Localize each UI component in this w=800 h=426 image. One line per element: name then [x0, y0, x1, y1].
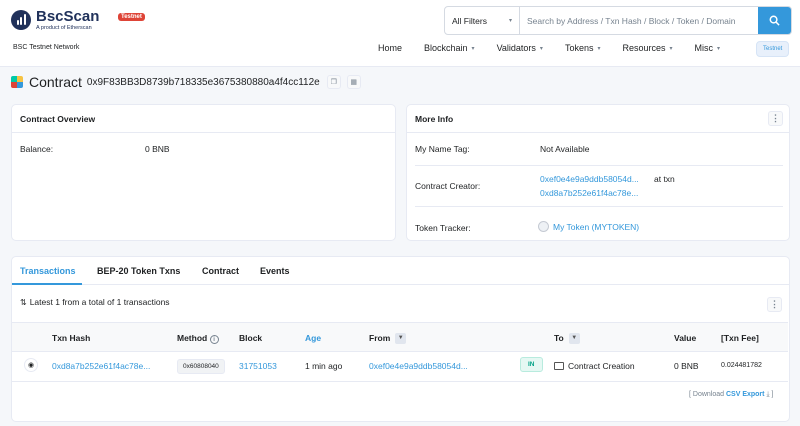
chevron-down-icon: ▾ [508, 18, 512, 24]
chevron-down-icon: ▾ [539, 45, 543, 52]
contract-avatar-icon [11, 76, 23, 88]
info-icon[interactable]: i [209, 335, 219, 344]
active-tab-indicator [12, 283, 82, 285]
csv-download: [ Download CSV Export ⤓ ] [689, 391, 774, 398]
token-tracker-label: Token Tracker: [415, 223, 471, 233]
search-icon [769, 15, 780, 26]
name-tag-label: My Name Tag: [415, 144, 470, 154]
nav-home[interactable]: Home [378, 43, 402, 53]
chevron-down-icon: ▾ [717, 45, 721, 52]
creator-at-txn: at txn [654, 174, 675, 184]
chevron-down-icon: ▾ [669, 45, 673, 52]
col-age[interactable]: Age [305, 333, 321, 343]
balance-label: Balance: [20, 144, 54, 154]
search-bar: All Filters ▾ [444, 6, 792, 35]
page-title-row: Contract 0x9F83BB3D8739b718335e367538088… [11, 74, 361, 90]
name-tag-value: Not Available [540, 144, 590, 154]
search-input[interactable] [520, 7, 758, 34]
col-txn-fee[interactable]: [Txn Fee] [721, 333, 759, 343]
tab-contract[interactable]: Contract [202, 266, 239, 276]
page-title: Contract [29, 74, 82, 90]
col-from: From ▼ [369, 333, 407, 345]
creator-txn-link[interactable]: 0xd8a7b252e61f4ac78e... [540, 188, 638, 198]
age-value: 1 min ago [305, 361, 343, 371]
table-header: Txn Hash Method i Block Age From ▼ To ▼ Va… [12, 322, 788, 352]
col-method: Method i [177, 333, 219, 344]
more-info-heading: More Info [407, 105, 789, 133]
value-amount: 0 BNB [674, 361, 699, 371]
site-header: BscScan A product of Etherscan Testnet B… [0, 0, 800, 67]
nav-blockchain[interactable]: Blockchain ▾ [424, 43, 475, 53]
txn-hash-link[interactable]: 0xd8a7b252e61f4ac78e... [52, 361, 150, 371]
contract-creator-label: Contract Creator: [415, 181, 481, 191]
tab-transactions[interactable]: Transactions [20, 266, 76, 276]
download-icon: ⤓ [766, 391, 770, 398]
brand-name: BscScan [36, 8, 100, 25]
nav-tokens[interactable]: Tokens ▾ [565, 43, 601, 53]
network-label: BSC Testnet Network [13, 44, 80, 51]
col-to: To ▼ [554, 333, 580, 345]
tab-bep20-token-txns[interactable]: BEP-20 Token Txns [97, 266, 180, 276]
col-block: Block [239, 333, 263, 343]
logo[interactable]: BscScan A product of Etherscan [11, 9, 99, 31]
copy-icon[interactable]: ❐ [326, 75, 341, 89]
direction-badge: IN [520, 357, 543, 372]
brand-subtitle: A product of Etherscan [36, 25, 92, 31]
nav-resources[interactable]: Resources ▾ [622, 43, 672, 53]
col-value: Value [674, 333, 697, 343]
col-txn-hash: Txn Hash [52, 333, 91, 343]
sort-icon: ⇅ [20, 297, 27, 307]
contract-address: 0x9F83BB3D8739b718335e3675380880a4f4cc11… [86, 76, 320, 88]
testnet-badge: Testnet [118, 13, 145, 21]
contract-overview-card: Contract Overview Balance: 0 BNB [11, 104, 396, 241]
contract-overview-heading: Contract Overview [12, 105, 395, 133]
qr-code-icon[interactable]: ▦ [346, 75, 361, 89]
block-link[interactable]: 31751053 [239, 361, 277, 371]
to-value: Contract Creation [554, 361, 635, 371]
nav-misc[interactable]: Misc ▾ [695, 43, 721, 53]
search-filter-label: All Filters [452, 15, 487, 26]
token-icon [538, 221, 549, 232]
search-filter-select[interactable]: All Filters ▾ [445, 7, 520, 34]
more-options-icon[interactable]: ⋮ [768, 111, 783, 126]
more-info-card: More Info ⋮ My Name Tag: Not Available C… [406, 104, 790, 241]
tab-events[interactable]: Events [260, 266, 290, 276]
nav-validators[interactable]: Validators ▾ [497, 43, 543, 53]
contract-icon [554, 362, 564, 370]
from-address-link[interactable]: 0xef0e4e9a9ddb58054d... [369, 361, 468, 371]
chevron-down-icon: ▾ [471, 45, 475, 52]
csv-export-link[interactable]: CSV Export [726, 391, 765, 398]
main-nav: Home Blockchain ▾ Validators ▾ Tokens ▾ Res… [378, 43, 742, 53]
search-button[interactable] [758, 7, 791, 34]
bscscan-logo-icon [11, 10, 31, 30]
more-options-icon[interactable]: ⋮ [767, 297, 782, 312]
eye-icon[interactable]: ◉ [24, 358, 38, 372]
balance-value: 0 BNB [145, 144, 170, 154]
txn-fee-value: 0.024481782 [721, 362, 762, 369]
filter-icon[interactable]: ▼ [395, 333, 407, 345]
network-switch-badge[interactable]: Testnet [756, 41, 790, 57]
chevron-down-icon: ▾ [597, 45, 601, 52]
method-badge: 0x60808040 [177, 359, 225, 374]
txn-summary: ⇅ Latest 1 from a total of 1 transaction… [20, 297, 170, 307]
filter-icon[interactable]: ▼ [568, 333, 580, 345]
tab-bar: Transactions BEP-20 Token Txns Contract … [12, 257, 789, 285]
creator-address-link[interactable]: 0xef0e4e9a9ddb58054d... [540, 174, 639, 184]
token-tracker-link[interactable]: My Token (MYTOKEN) [538, 221, 639, 232]
